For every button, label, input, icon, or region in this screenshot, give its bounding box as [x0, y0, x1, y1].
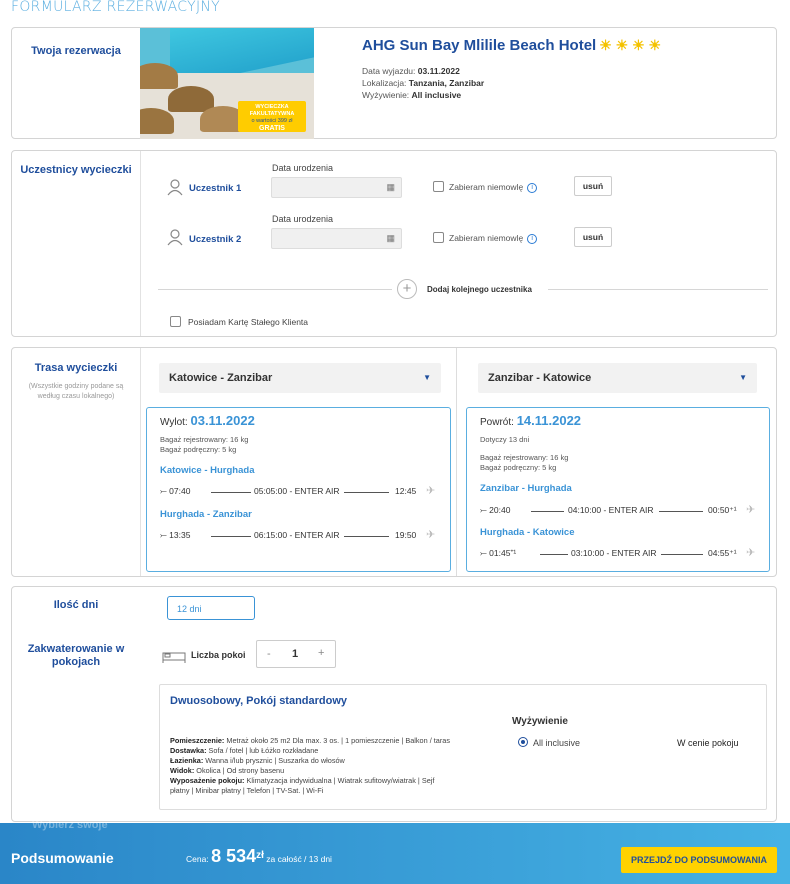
summary-bar: Wybierz swoje Podsumowanie Cena: 8 534zł…: [0, 819, 790, 884]
person-icon: [167, 229, 183, 246]
go-to-summary-button[interactable]: PRZEJDŹ DO PODSUMOWANIA: [621, 847, 777, 873]
ghost-heading: Wybierz swoje: [32, 819, 108, 831]
timezone-note: (Wszystkie godziny podane są według czas…: [28, 383, 124, 400]
plane-icon: ✈: [746, 547, 756, 559]
add-participant-icon[interactable]: +: [397, 279, 417, 299]
loyalty-card-checkbox[interactable]: [170, 316, 181, 327]
participant-2-label: Uczestnik 2: [189, 234, 242, 245]
stay-panel: Ilość dni 12 dni Zakwaterowanie w pokoja…: [11, 586, 777, 822]
days-label: Ilość dni: [53, 599, 99, 611]
leg-duration-carrier: 06:15:00 - ENTER AIR: [254, 530, 340, 540]
rooms-count: 1: [292, 648, 299, 660]
leg-route: Hurghada - Zanzibar: [160, 509, 252, 520]
leg-route: Zanzibar - Hurghada: [480, 483, 572, 494]
leg-arrival: 00:50⁺¹: [708, 505, 737, 515]
outbound-date: Wylot: 03.11.2022: [160, 413, 255, 428]
stay-days-note: Dotyczy 13 dni: [480, 435, 530, 444]
carry-on-baggage: Bagaż podręczny: 5 kg: [480, 463, 557, 472]
dropdown-arrow-icon: ▼: [739, 373, 747, 382]
outbound-route-select[interactable]: Katowice - Zanzibar ▼: [159, 363, 441, 393]
leg-departure: ⤚ 07:40: [160, 486, 191, 496]
return-route-select[interactable]: Zanzibar - Katowice ▼: [478, 363, 757, 393]
infant-checkbox-2[interactable]: [433, 232, 444, 243]
leg-departure: ⤚ 01:45⁺¹: [480, 548, 517, 558]
total-price: Cena: 8 534zł za całość / 13 dni: [186, 846, 332, 866]
route-label: Trasa wycieczki: [34, 362, 118, 374]
hotel-name[interactable]: AHG Sun Bay Mlilile Beach Hotel ☀ ☀ ☀ ☀: [362, 37, 661, 54]
reservation-panel: Twoja rezerwacja WYCIECZKA FAKULTATYWNA …: [11, 27, 777, 139]
remove-participant-1-button[interactable]: usuń: [574, 176, 612, 196]
infant-checkbox-1[interactable]: [433, 181, 444, 192]
rooms-decrement-button[interactable]: -: [267, 648, 271, 660]
board-option: All inclusive: [533, 738, 581, 748]
departure-date: Data wyjazdu: 03.11.2022: [362, 66, 460, 76]
board-radio[interactable]: [518, 737, 528, 747]
birth-date-label: Data urodzenia: [272, 214, 334, 224]
accommodation-label: Zakwaterowanie w pokojach: [27, 643, 125, 668]
outbound-flight-card: Wylot: 03.11.2022 Bagaż rejestrowany: 16…: [146, 407, 451, 572]
leg-arrival: 12:45: [395, 486, 417, 496]
leg-departure: ⤚ 20:40: [480, 505, 511, 515]
plane-icon: ✈: [746, 504, 756, 516]
promo-badge: WYCIECZKA FAKULTATYWNA o wartości 399 zł…: [238, 101, 306, 132]
calendar-icon: ▦: [386, 182, 395, 192]
return-date: Powrót: 14.11.2022: [480, 413, 582, 428]
room-title: Dwuosobowy, Pokój standardowy: [170, 695, 348, 707]
route-panel: Trasa wycieczki (Wszystkie godziny podan…: [11, 347, 777, 577]
board-heading: Wyżywienie: [512, 716, 568, 727]
infant-label-2: Zabieram niemowlę i: [449, 233, 538, 244]
leg-arrival: 04:55⁺¹: [708, 548, 737, 558]
leg-arrival: 19:50: [395, 530, 417, 540]
return-flight-card: Powrót: 14.11.2022 Dotyczy 13 dni Bagaż …: [466, 407, 770, 572]
birth-date-input-1[interactable]: ▦: [271, 177, 402, 198]
info-icon[interactable]: i: [527, 233, 538, 244]
page-title: FORMULARZ REZERWACYJNY: [11, 0, 221, 15]
plane-icon: ✈: [426, 485, 436, 497]
carry-on-baggage: Bagaż podręczny: 5 kg: [160, 445, 237, 454]
checked-baggage: Bagaż rejestrowany: 16 kg: [480, 453, 569, 462]
room-card: Dwuosobowy, Pokój standardowy Wyżywienie…: [159, 684, 767, 810]
leg-route: Hurghada - Katowice: [480, 527, 575, 538]
leg-route: Katowice - Hurghada: [160, 465, 255, 476]
days-select[interactable]: 12 dni: [167, 596, 255, 620]
bed-icon: [162, 652, 186, 663]
summary-title: Podsumowanie: [11, 850, 114, 866]
location: Lokalizacja: Tanzania, Zanzibar: [362, 78, 485, 88]
participants-panel: Uczestnicy wycieczki Uczestnik 1 Data ur…: [11, 150, 777, 337]
leg-duration-carrier: 03:10:00 - ENTER AIR: [571, 548, 657, 558]
loyalty-card-label: Posiadam Kartę Stałego Klienta: [188, 317, 309, 327]
board-price: W cenie pokoju: [677, 738, 739, 748]
leg-departure: ⤚ 13:35: [160, 530, 191, 540]
leg-duration-carrier: 04:10:00 - ENTER AIR: [568, 505, 654, 515]
participants-label: Uczestnicy wycieczki: [20, 164, 132, 176]
rooms-increment-button[interactable]: +: [318, 647, 324, 659]
calendar-icon: ▦: [386, 233, 395, 243]
birth-date-input-2[interactable]: ▦: [271, 228, 402, 249]
board-type: Wyżywienie: All inclusive: [362, 90, 462, 100]
room-details: Pomieszczenie: Metraż około 25 m2 Dla ma…: [170, 736, 450, 795]
rooms-label: Liczba pokoi: [191, 650, 246, 660]
birth-date-label: Data urodzenia: [272, 163, 334, 173]
star-rating-icon: ☀ ☀ ☀ ☀: [599, 37, 662, 53]
dropdown-arrow-icon: ▼: [423, 373, 431, 382]
rooms-stepper: - 1 +: [256, 640, 336, 668]
infant-label-1: Zabieram niemowlę i: [449, 182, 538, 193]
info-icon[interactable]: i: [527, 182, 538, 193]
leg-duration-carrier: 05:05:00 - ENTER AIR: [254, 486, 340, 496]
checked-baggage: Bagaż rejestrowany: 16 kg: [160, 435, 249, 444]
add-participant-button[interactable]: Dodaj kolejnego uczestnika: [427, 285, 532, 294]
hotel-photo: WYCIECZKA FAKULTATYWNA o wartości 399 zł…: [140, 28, 314, 139]
plane-icon: ✈: [426, 529, 436, 541]
reservation-label: Twoja rezerwacja: [31, 45, 121, 57]
person-icon: [167, 179, 183, 196]
participant-1-label: Uczestnik 1: [189, 183, 242, 194]
remove-participant-2-button[interactable]: usuń: [574, 227, 612, 247]
